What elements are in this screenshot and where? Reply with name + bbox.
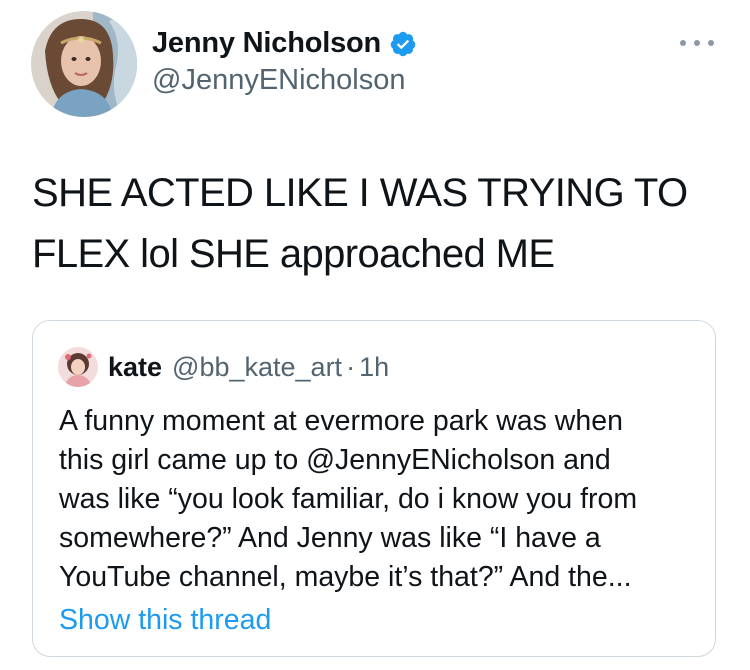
quoted-tweet-header: kate @bb_kate_art · 1h: [108, 352, 389, 383]
author-avatar[interactable]: [31, 11, 137, 117]
verified-badge-icon: [390, 31, 416, 56]
quoted-text-line: was like “you look familiar, do i know y…: [59, 483, 638, 515]
author-display-name[interactable]: Jenny Nicholson: [152, 27, 381, 60]
separator-dot: ·: [346, 352, 356, 382]
more-dot: [680, 40, 686, 46]
quoted-text-line: A funny moment at evermore park was when: [59, 405, 623, 437]
quoted-tweet-text: A funny moment at evermore park was when…: [59, 402, 699, 597]
quoted-author-avatar-image: [58, 347, 98, 387]
more-dot: [694, 40, 700, 46]
quoted-tweet-timestamp[interactable]: 1h: [359, 352, 389, 383]
quoted-text-line: YouTube channel, maybe it’s that?” And t…: [59, 561, 632, 593]
more-options-icon[interactable]: [680, 33, 714, 53]
quoted-author-name[interactable]: kate: [108, 352, 162, 383]
quoted-author-handle[interactable]: @bb_kate_art: [172, 352, 342, 383]
author-handle[interactable]: @JennyENicholson: [152, 64, 406, 97]
show-thread-link[interactable]: Show this thread: [59, 604, 271, 637]
tweet-text-line: FLEX lol SHE approached ME: [32, 232, 555, 276]
quoted-author-avatar[interactable]: [58, 347, 98, 387]
tweet-text: SHE ACTED LIKE I WAS TRYING TO FLEX lol …: [32, 163, 732, 285]
author-name-row[interactable]: Jenny Nicholson: [152, 27, 417, 60]
quoted-tweet-card[interactable]: kate @bb_kate_art · 1h A funny moment at…: [32, 320, 716, 657]
tweet-text-line: SHE ACTED LIKE I WAS TRYING TO: [32, 171, 688, 215]
author-avatar-image: [31, 11, 137, 117]
more-dot: [708, 40, 714, 46]
quoted-text-line: this girl came up to @JennyENicholson an…: [59, 444, 611, 476]
quoted-text-line: somewhere?” And Jenny was like “I have a: [59, 522, 601, 554]
